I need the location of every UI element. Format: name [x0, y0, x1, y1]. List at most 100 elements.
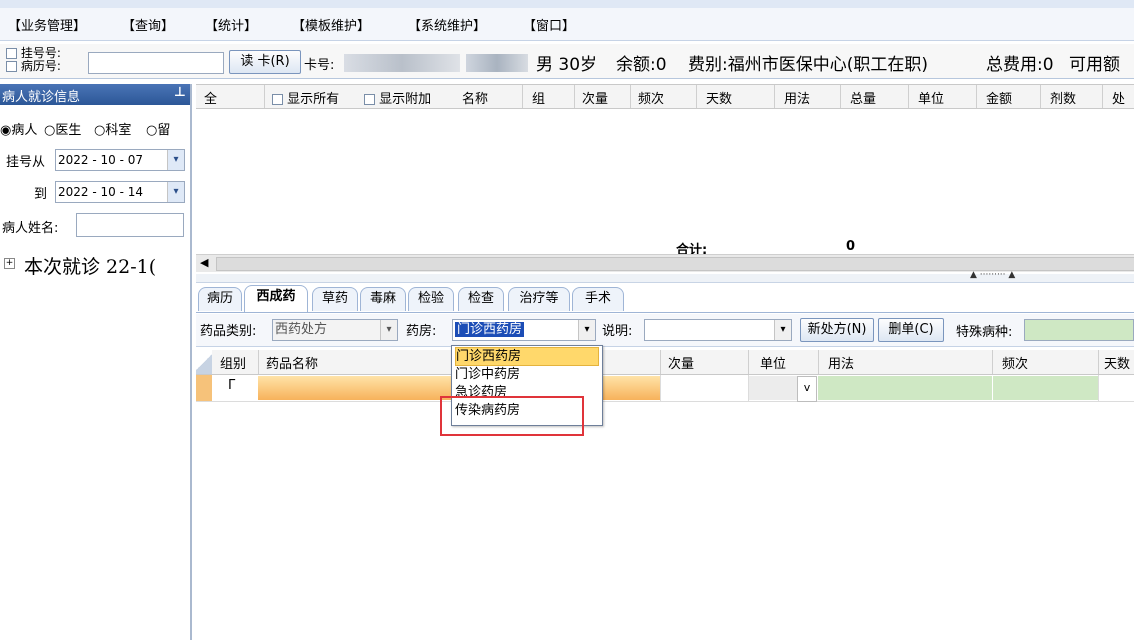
tab-narcotic[interactable]: 毒麻 [360, 287, 406, 311]
expand-icon[interactable]: + [4, 258, 15, 269]
note-label: 说明: [602, 324, 633, 339]
date-to-label: 到 [34, 187, 48, 202]
row-selector[interactable] [196, 375, 212, 401]
splitter-grip-icon[interactable]: ▲ ········· ▲ [970, 270, 1015, 280]
chevron-down-icon[interactable]: ▾ [774, 320, 791, 340]
col-doses[interactable]: 剂数 [1050, 88, 1076, 107]
chevron-down-icon[interactable]: ▾ [578, 320, 595, 340]
radio-dept[interactable]: ○科室 [94, 119, 131, 138]
col-usage[interactable]: 用法 [784, 88, 810, 107]
tab-western-medicine[interactable]: 西成药 [244, 285, 308, 312]
left-panel-title: 病人就诊信息 [2, 90, 81, 105]
rx-col-group[interactable]: 组别 [220, 353, 246, 372]
delete-prescription-button[interactable]: 删单(C) [878, 318, 944, 342]
total-fee: 总费用:0 [986, 55, 1054, 75]
rx-col-frequency[interactable]: 频次 [1002, 353, 1028, 372]
rx-col-drug-name[interactable]: 药品名称 [266, 353, 318, 372]
col-unit[interactable]: 单位 [918, 88, 944, 107]
col-total-qty[interactable]: 总量 [850, 88, 876, 107]
menu-business[interactable]: 【业务管理】 [8, 15, 86, 34]
pharmacy-select[interactable]: 门诊西药房 ▾ [452, 319, 596, 341]
rx-col-usage[interactable]: 用法 [828, 353, 854, 372]
date-from-picker[interactable]: 2022 - 10 - 07 ▾ [55, 149, 185, 171]
frequency-cell[interactable] [993, 376, 1098, 400]
menu-window[interactable]: 【窗口】 [523, 15, 575, 34]
drug-category-value: 西药处方 [275, 322, 328, 337]
scroll-thumb[interactable] [216, 257, 1134, 271]
patient-info-bar: 挂号号: 病历号: 读 卡(R) 卡号: 男 30岁 余额:0 费别:福州市医保… [0, 44, 1134, 79]
patient-name-label: 病人姓名: [2, 221, 59, 236]
record-no-checkbox[interactable] [6, 61, 17, 72]
gender-age: 男 30岁 [536, 55, 598, 75]
menu-template[interactable]: 【模板维护】 [292, 15, 370, 34]
tab-treatment[interactable]: 治疗等 [508, 287, 570, 311]
select-all[interactable]: 全 [204, 88, 217, 107]
radio-stay-label: 留 [157, 123, 171, 138]
tree-item-current-visit[interactable]: 本次就诊 22-1( [24, 252, 156, 279]
radio-stay[interactable]: ○留 [146, 119, 170, 138]
show-all-toggle[interactable]: 显示所有 [272, 88, 339, 107]
menu-system[interactable]: 【系统维护】 [408, 15, 486, 34]
rx-col-days[interactable]: 天数 [1104, 353, 1130, 372]
redacted-name [466, 54, 528, 72]
prescription-form-row: 药品类别: 西药处方 ▾ 药房: 门诊西药房 ▾ 说明: ▾ 新处方(N) 删单… [196, 314, 1134, 347]
special-disease-input[interactable] [1024, 319, 1134, 341]
radio-doctor-label: 医生 [55, 123, 82, 138]
new-prescription-button[interactable]: 新处方(N) [800, 318, 874, 342]
radio-doctor[interactable]: ○医生 [44, 119, 81, 138]
filter-radio-group: ◉病人 ○医生 ○科室 ○留 [0, 119, 190, 139]
left-panel-header: 病人就诊信息 ⊥ [0, 84, 190, 105]
pharmacy-option-western[interactable]: 门诊西药房 [455, 347, 599, 366]
col-frequency[interactable]: 频次 [638, 88, 664, 107]
date-to-picker[interactable]: 2022 - 10 - 14 ▾ [55, 181, 185, 203]
balance: 余额:0 [616, 55, 667, 75]
total-value: 0 [846, 239, 856, 254]
pharmacy-option-chinese[interactable]: 门诊中药房 [455, 366, 597, 383]
rx-row[interactable]: Γ v [196, 375, 1134, 402]
date-from-label: 挂号从 [6, 155, 46, 170]
menu-stats[interactable]: 【统计】 [205, 15, 257, 34]
available-amount: 可用额 [1069, 55, 1120, 75]
card-label: 卡号: [304, 58, 335, 73]
tab-herbal[interactable]: 草药 [312, 287, 358, 311]
patient-name-input[interactable] [76, 213, 184, 237]
show-all-checkbox[interactable] [272, 94, 283, 105]
show-extra-toggle[interactable]: 显示附加 [364, 88, 431, 107]
pin-icon[interactable]: ⊥ [174, 85, 186, 100]
col-name[interactable]: 名称 [462, 88, 488, 107]
col-dose[interactable]: 次量 [582, 88, 608, 107]
chevron-down-icon[interactable]: ▾ [380, 320, 397, 340]
chevron-down-icon[interactable]: v [797, 376, 817, 402]
splitter[interactable]: ▲ ········· ▲ [196, 270, 1134, 283]
col-amount[interactable]: 金额 [986, 88, 1012, 107]
menu-query[interactable]: 【查询】 [122, 15, 174, 34]
scroll-left-icon[interactable]: ◀ [200, 256, 208, 269]
radio-dept-label: 科室 [105, 123, 132, 138]
rx-col-dose[interactable]: 次量 [668, 353, 694, 372]
pharmacy-label: 药房: [406, 324, 437, 339]
date-to-value: 2022 - 10 - 14 [58, 185, 143, 199]
chevron-down-icon[interactable]: ▾ [167, 150, 184, 170]
note-select[interactable]: ▾ [644, 319, 792, 341]
menu-bar: 【业务管理】 【查询】 【统计】 【模板维护】 【系统维护】 【窗口】 [0, 8, 1134, 41]
col-group[interactable]: 组 [532, 88, 545, 107]
col-days[interactable]: 天数 [706, 88, 732, 107]
tab-lab[interactable]: 检验 [408, 287, 454, 311]
rx-col-unit[interactable]: 单位 [760, 353, 786, 372]
unit-cell[interactable]: v [749, 376, 817, 402]
row-checkbox[interactable]: Γ [228, 378, 235, 393]
radio-patient[interactable]: ◉病人 [0, 119, 37, 138]
show-extra-checkbox[interactable] [364, 94, 375, 105]
reg-no-checkbox[interactable] [6, 48, 17, 59]
record-no-label: 病历号: [20, 59, 61, 73]
reg-no-input[interactable] [88, 52, 224, 74]
tab-record[interactable]: 病历 [198, 287, 242, 311]
col-rx[interactable]: 处 [1112, 88, 1125, 107]
usage-cell[interactable] [818, 376, 992, 400]
read-card-button[interactable]: 读 卡(R) [229, 50, 301, 74]
drug-category-select[interactable]: 西药处方 ▾ [272, 319, 398, 341]
tab-surgery[interactable]: 手术 [572, 287, 624, 311]
chevron-down-icon[interactable]: ▾ [167, 182, 184, 202]
special-disease-label: 特殊病种: [956, 325, 1013, 340]
tab-exam[interactable]: 检查 [458, 287, 504, 311]
